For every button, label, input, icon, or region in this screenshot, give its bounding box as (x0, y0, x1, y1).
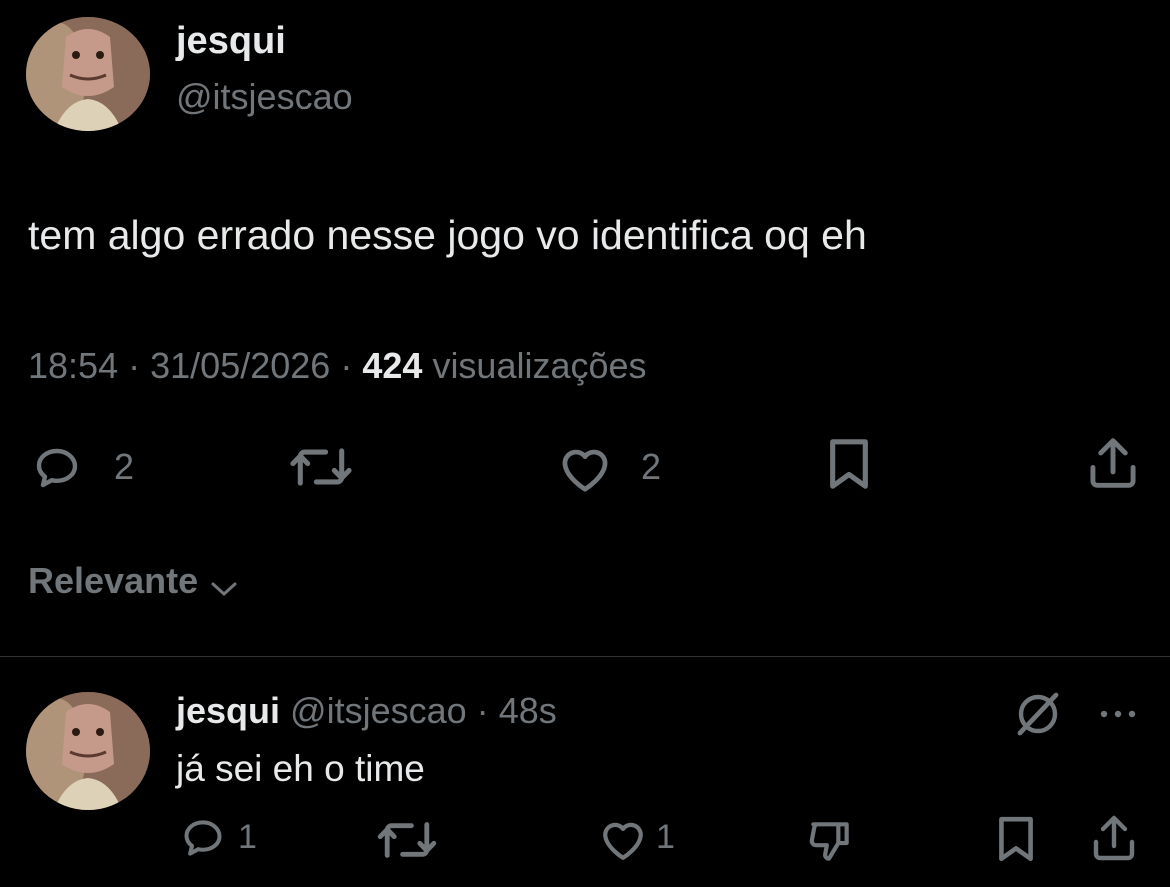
more-button[interactable] (1096, 704, 1140, 724)
reply-reply-button[interactable]: 1 (178, 816, 278, 862)
post-text: tem algo errado nesse jogo vo identifica… (28, 212, 867, 258)
reply-handle[interactable]: @itsjescao (290, 690, 467, 731)
share-button[interactable] (1086, 434, 1140, 492)
meta-separator: · (128, 345, 141, 386)
reply-bookmark-button[interactable] (994, 814, 1038, 864)
meta-separator: · (476, 690, 489, 731)
reply-repost-button[interactable] (374, 818, 440, 862)
avatar-image (26, 692, 150, 810)
speech-bubble-icon (184, 820, 222, 856)
share-upload-icon (1093, 815, 1135, 861)
sort-selector[interactable]: Relevante (28, 560, 239, 608)
divider (0, 656, 1170, 657)
reply-share-button[interactable] (1090, 812, 1138, 864)
thumbs-down-icon (809, 822, 849, 861)
heart-icon (562, 449, 608, 492)
avatar-image (26, 17, 150, 131)
bookmark-icon (830, 439, 868, 489)
more-dots-icon (1100, 710, 1136, 718)
author-avatar[interactable] (26, 17, 150, 131)
repost-arrows-icon (377, 822, 437, 858)
reply-button[interactable]: 2 (30, 444, 160, 494)
reply-like-button[interactable]: 1 (596, 816, 696, 864)
sort-label: Relevante (28, 560, 199, 601)
meta-separator: · (340, 345, 353, 386)
repost-arrows-icon (290, 448, 352, 486)
reply-reply-count: 1 (238, 818, 257, 856)
post-time[interactable]: 18:54 (28, 345, 118, 386)
views-count: 424 (362, 345, 423, 386)
author-handle[interactable]: @itsjescao (176, 76, 353, 118)
dislike-button[interactable] (804, 816, 856, 866)
heart-icon (603, 822, 643, 860)
reply-avatar[interactable] (26, 692, 150, 810)
views-label: visualizações (432, 345, 647, 386)
bookmark-icon (999, 816, 1033, 862)
slashed-circle-icon (1017, 692, 1059, 736)
bookmark-button[interactable] (824, 436, 874, 492)
author-display-name[interactable]: jesqui (176, 20, 286, 63)
reply-count: 2 (114, 446, 135, 487)
repost-button[interactable] (286, 444, 356, 494)
like-count: 2 (641, 446, 662, 487)
reply-display-name[interactable]: jesqui (176, 690, 280, 731)
grok-button[interactable] (1012, 690, 1064, 738)
reply-header: jesqui @itsjescao · 48s (176, 690, 557, 732)
reply-text: já sei eh o time (176, 748, 425, 789)
reply-time[interactable]: 48s (499, 690, 557, 731)
speech-bubble-icon (36, 448, 78, 488)
share-upload-icon (1090, 438, 1136, 488)
post-meta: 18:54 · 31/05/2026 · 424 visualizações (28, 345, 647, 387)
like-button[interactable]: 2 (555, 442, 685, 494)
chevron-down-icon (211, 582, 237, 596)
reply-like-count: 1 (656, 818, 675, 856)
post-date[interactable]: 31/05/2026 (150, 345, 330, 386)
